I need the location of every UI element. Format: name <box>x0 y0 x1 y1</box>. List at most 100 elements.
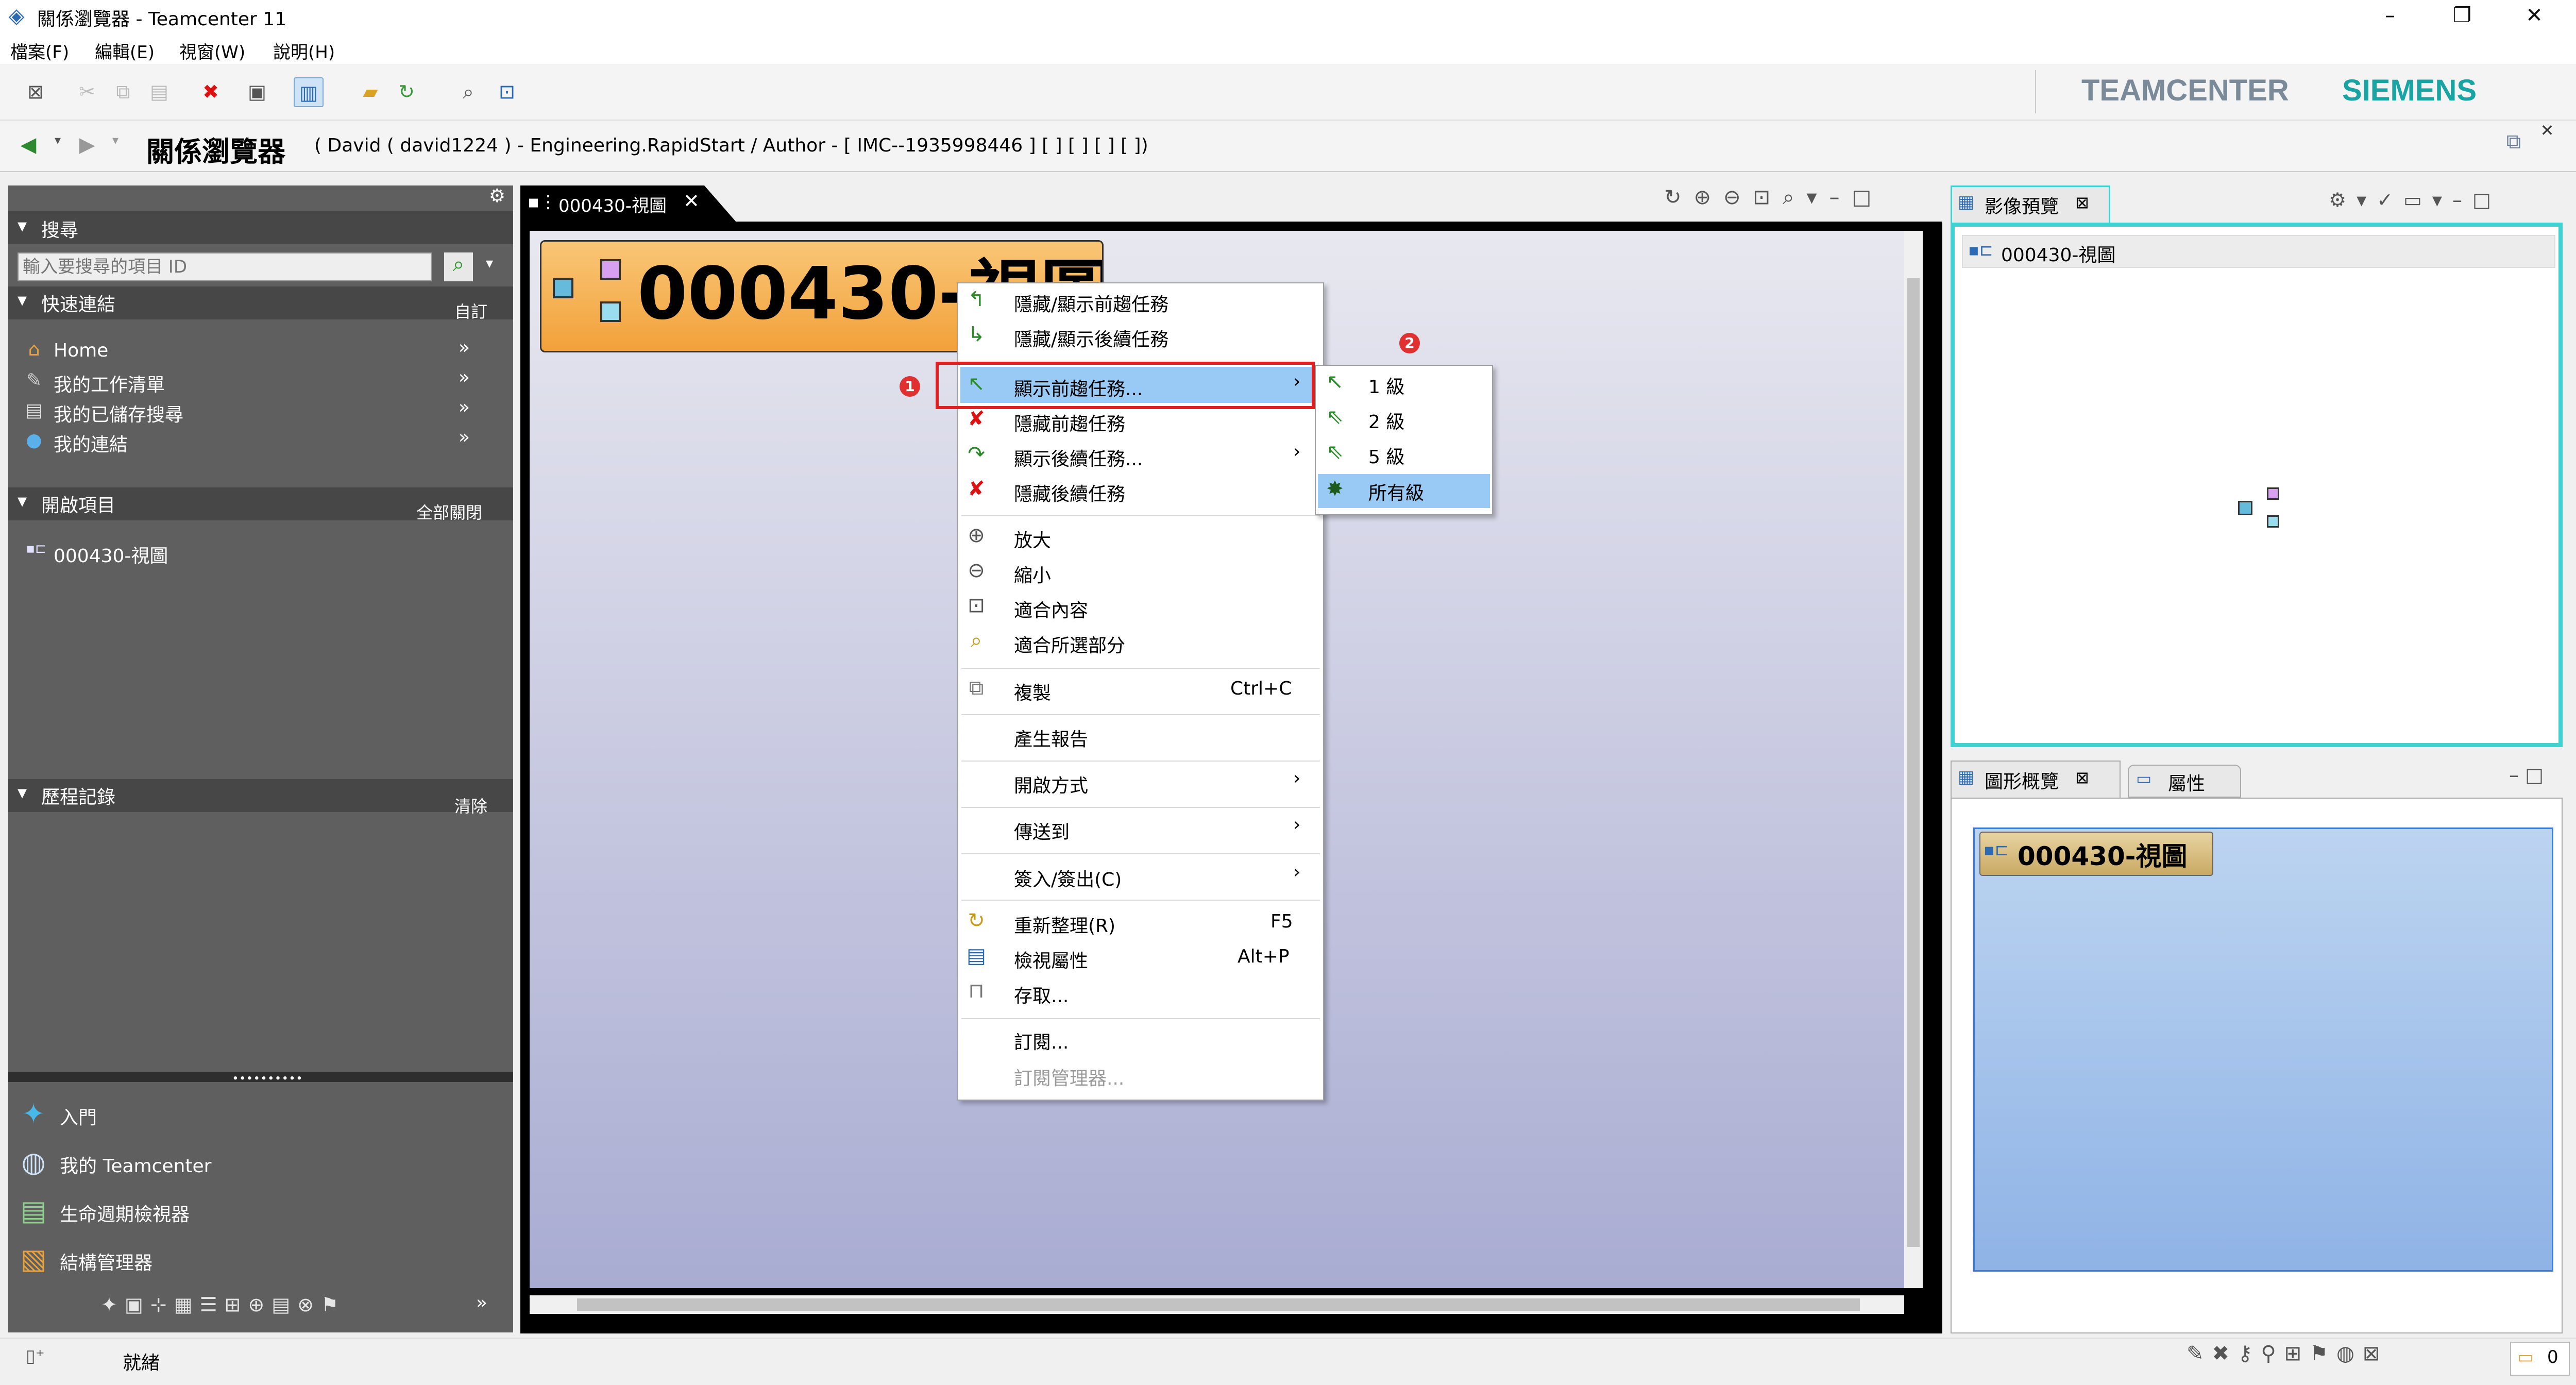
globe-icon: ◍ <box>21 1146 46 1178</box>
close-preview-tab-icon[interactable]: ⊠ <box>2075 193 2089 212</box>
app-getting-started[interactable]: 入門 <box>60 1103 97 1129</box>
open-item-entry[interactable]: 000430-視圖 <box>54 541 168 568</box>
submenu-level-2[interactable]: 2 級 <box>1368 407 1404 434</box>
menu-item-open-with[interactable]: 開啟方式 <box>1014 771 1088 798</box>
expand-icon[interactable]: » <box>459 397 470 418</box>
search-icon[interactable]: ⌕ <box>453 77 483 107</box>
menu-item-toggle-predecessor[interactable]: 隱藏/顯示前趨任務 <box>1014 290 1168 316</box>
menu-item-zoom-in[interactable]: 放大 <box>1014 526 1051 552</box>
menu-separator <box>961 515 1320 516</box>
sash-grip[interactable]: ∙∙∙∙∙∙∙∙∙∙ <box>232 1072 303 1085</box>
menu-item-subscribe[interactable]: 訂閱... <box>1014 1027 1069 1054</box>
history-toggle[interactable]: ▾ <box>18 782 27 803</box>
find-icon[interactable]: ⊡ <box>492 77 522 107</box>
copy-icon[interactable]: ⧉ <box>108 77 138 107</box>
quick-link-my-links[interactable]: 我的連結 <box>54 430 128 457</box>
menu-window[interactable]: 視窗(W) <box>179 38 245 63</box>
menu-item-generate-report[interactable]: 產生報告 <box>1014 724 1088 751</box>
quick-access-icon[interactable]: ⧉ <box>2501 130 2527 156</box>
menu-file[interactable]: 檔案(F) <box>10 38 69 63</box>
open-folder-icon[interactable]: ▰ <box>355 77 385 107</box>
menu-separator <box>961 807 1320 808</box>
gear-icon[interactable]: ⚙ <box>484 185 510 211</box>
delete-icon[interactable]: ✖ <box>196 77 226 107</box>
search-input[interactable] <box>18 252 432 281</box>
menu-item-view-properties[interactable]: 檢視屬性 <box>1014 946 1088 973</box>
quick-link-worklist[interactable]: 我的工作清單 <box>54 370 165 397</box>
preview-toolbar[interactable]: ⚙▾✓▭▾–□ <box>2329 189 2571 219</box>
submenu-level-5[interactable]: 5 級 <box>1368 442 1404 469</box>
menu-item-fit-content[interactable]: 適合內容 <box>1014 596 1088 622</box>
menu-item-send-to[interactable]: 傳送到 <box>1014 817 1070 844</box>
menu-item-refresh[interactable]: 重新整理(R) <box>1014 911 1115 938</box>
menu-separator <box>961 853 1320 854</box>
menu-separator <box>961 1018 1320 1019</box>
app-my-teamcenter[interactable]: 我的 Teamcenter <box>60 1151 211 1178</box>
quick-link-saved-searches[interactable]: 我的已儲存搜尋 <box>54 400 183 427</box>
menu-help[interactable]: 說明(H) <box>273 38 335 63</box>
menu-item-zoom-out[interactable]: 縮小 <box>1014 561 1051 587</box>
save-icon[interactable]: ▣ <box>242 77 272 107</box>
overview-canvas[interactable] <box>1973 827 2553 1272</box>
overview-tab-label: 圖形概覽 <box>1985 771 2059 792</box>
horizontal-scroll-thumb[interactable] <box>577 1298 1860 1311</box>
forward-dropdown-icon[interactable]: ▾ <box>105 133 126 159</box>
app-lifecycle-viewer[interactable]: 生命週期檢視器 <box>60 1200 190 1226</box>
close-editor-icon[interactable]: ⊠ <box>21 77 50 107</box>
menu-item-hide-successor[interactable]: 隱藏後續任務 <box>1014 479 1125 506</box>
close-overview-tab-icon[interactable]: ⊠ <box>2075 768 2089 787</box>
app-structure-manager[interactable]: 結構管理器 <box>60 1248 152 1275</box>
vertical-scroll-thumb[interactable] <box>1907 278 1920 1247</box>
menu-item-check-in-out[interactable]: 簽入/簽出(C) <box>1014 865 1122 891</box>
search-section-header[interactable] <box>8 211 513 244</box>
menu-item-show-predecessor[interactable]: 顯示前趨任務... <box>1014 374 1143 401</box>
submenu-arrow: › <box>1293 441 1301 462</box>
search-section-toggle[interactable]: ▾ <box>18 215 27 237</box>
expand-icon[interactable]: » <box>459 367 470 388</box>
menu-item-access[interactable]: 存取... <box>1014 981 1069 1008</box>
close-button[interactable]: ✕ <box>2501 0 2568 33</box>
back-icon[interactable]: ◀ <box>15 133 41 159</box>
refresh-icon[interactable]: ↻ <box>392 77 421 107</box>
menu-item-subscription-manager: 訂閱管理器... <box>1014 1068 1125 1089</box>
menu-item-toggle-successor[interactable]: 隱藏/顯示後續任務 <box>1014 325 1168 351</box>
open-items-toggle[interactable]: ▾ <box>18 491 27 512</box>
minimize-button[interactable]: – <box>2357 0 2424 33</box>
back-dropdown-icon[interactable]: ▾ <box>47 133 68 159</box>
menu-separator <box>961 714 1320 715</box>
menu-item-hide-predecessor[interactable]: 隱藏前趨任務 <box>1014 409 1125 436</box>
close-location-icon[interactable]: ✕ <box>2537 121 2557 141</box>
clear-history-link[interactable]: 清除 <box>454 793 487 817</box>
menu-item-show-successor[interactable]: 顯示後續任務... <box>1014 444 1143 471</box>
quick-links-toggle[interactable]: ▾ <box>18 290 27 311</box>
image-preview-tab-label: 影像預覽 <box>1985 196 2059 217</box>
editor-toolbar[interactable]: ↻⊕⊖⊡⌕▾–□ <box>1664 185 1942 222</box>
overview-window-controls[interactable]: – □ <box>2509 764 2544 786</box>
preview-item-label: 000430-視圖 <box>2001 245 2116 266</box>
menu-item-copy[interactable]: 複製 <box>1014 678 1051 705</box>
app-shortcut-strip[interactable]: ✦▣⊹▦☰⊞⊕▤⊗⚑ <box>101 1293 493 1324</box>
customize-link[interactable]: 自訂 <box>454 299 487 323</box>
submenu-level-1[interactable]: 1 級 <box>1368 372 1404 399</box>
expand-icon[interactable]: » <box>459 427 470 448</box>
search-go-icon[interactable]: ⌕ <box>444 252 473 281</box>
close-all-link[interactable]: 全部關閉 <box>416 500 482 523</box>
menu-edit[interactable]: 編輯(E) <box>95 38 155 63</box>
status-toolbar[interactable]: ✎✖⚷⚲⊞⚑◍⊠ <box>2187 1342 2506 1378</box>
cut-icon[interactable]: ✂ <box>72 77 102 107</box>
submenu-arrow: › <box>1293 814 1301 835</box>
image-preview-icon: ▦ <box>1958 192 1975 212</box>
paste-icon[interactable]: ▤ <box>144 77 174 107</box>
forward-icon[interactable]: ▶ <box>74 133 100 159</box>
search-dropdown-icon[interactable]: ▾ <box>479 255 500 280</box>
getting-started-icon: ✦ <box>22 1097 45 1130</box>
expand-icon[interactable]: » <box>459 337 470 358</box>
menu-item-fit-selection[interactable]: 適合所選部分 <box>1014 631 1125 657</box>
level-2-icon: ⇖ <box>1326 405 1344 429</box>
layout-icon[interactable]: ▥ <box>294 77 324 107</box>
close-tab-icon[interactable]: ✕ <box>683 190 700 212</box>
more-apps-icon[interactable]: » <box>476 1292 487 1313</box>
quick-link-home[interactable]: Home <box>54 340 108 361</box>
submenu-all-levels[interactable]: 所有級 <box>1368 478 1424 505</box>
restore-button[interactable]: ❐ <box>2429 0 2496 33</box>
